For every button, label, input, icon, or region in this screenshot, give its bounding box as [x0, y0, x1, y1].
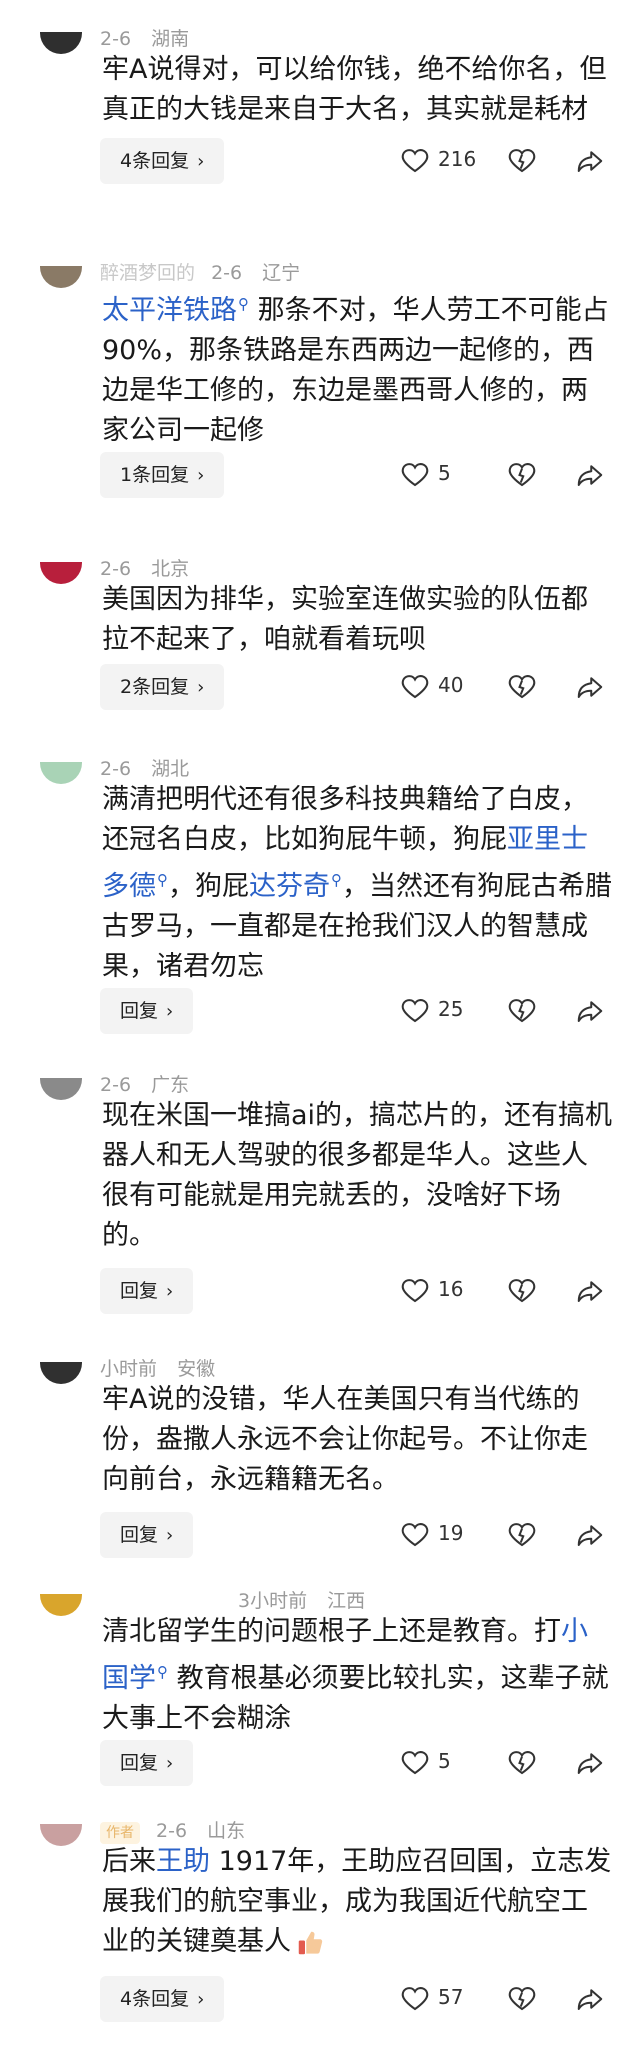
like-count: 19	[438, 1521, 464, 1545]
heart-icon[interactable]	[400, 1984, 430, 2014]
like-count: 25	[438, 997, 464, 1021]
like-count: 16	[438, 1277, 464, 1301]
comment-actions: 5	[0, 1740, 644, 1786]
comment-actions: 57	[0, 1976, 644, 2022]
broken-heart-icon[interactable]	[507, 672, 537, 702]
comment-meta: 3小时前 江西	[238, 1586, 365, 1613]
comment-author[interactable]: 醉酒梦回的	[100, 262, 195, 284]
comment-actions: 19	[0, 1512, 644, 1558]
search-icon: ⚲	[157, 1663, 168, 1681]
comment-time: 2-6	[211, 262, 243, 284]
broken-heart-icon[interactable]	[507, 1276, 537, 1306]
comment-location: 湖北	[151, 758, 190, 780]
share-arrow-icon[interactable]	[575, 1748, 605, 1778]
comment-meta: 作者 2-6 山东	[100, 1816, 245, 1844]
comment-time: 2-6	[156, 1820, 188, 1842]
comment-text: 美国因为排华，实验室连做实验的队伍都拉不起来了，咱就看着玩呗	[102, 584, 588, 655]
comment-meta: 小时前 安徽	[100, 1354, 215, 1381]
share-arrow-icon[interactable]	[575, 460, 605, 490]
avatar[interactable]	[40, 1362, 82, 1384]
comment-text: 牢A说的没错，华人在美国只有当代练的份，盎撒人永远不会让你起号。不让你走向前台，…	[102, 1384, 588, 1495]
broken-heart-icon[interactable]	[507, 460, 537, 490]
comment-actions: 5	[0, 452, 644, 498]
comment-text-part: 清北留学生的问题根子上还是教育。打	[102, 1616, 561, 1647]
comment-text-part: ，狗屁	[168, 871, 249, 902]
share-arrow-icon[interactable]	[575, 672, 605, 702]
comment-time: 2-6	[100, 758, 132, 780]
comment-location: 辽宁	[262, 262, 301, 284]
comment-location: 广东	[151, 1074, 190, 1096]
avatar[interactable]	[40, 1594, 82, 1616]
broken-heart-icon[interactable]	[507, 996, 537, 1026]
heart-icon[interactable]	[400, 1276, 430, 1306]
share-arrow-icon[interactable]	[575, 1520, 605, 1550]
comment-text: 现在米国一堆搞ai的，搞芯片的，还有搞机器人和无人驾驶的很多都是华人。这些人很有…	[102, 1100, 613, 1251]
comment-location: 北京	[151, 558, 190, 580]
heart-icon[interactable]	[400, 672, 430, 702]
comment-location: 江西	[327, 1590, 366, 1612]
comment-meta: 醉酒梦回的 2-6 辽宁	[100, 258, 300, 285]
heart-icon[interactable]	[400, 996, 430, 1026]
comment-time: 2-6	[100, 558, 132, 580]
avatar[interactable]	[40, 1078, 82, 1100]
broken-heart-icon[interactable]	[507, 1748, 537, 1778]
search-icon: ⚲	[331, 871, 342, 889]
heart-icon[interactable]	[400, 460, 430, 490]
comment-time: 3小时前	[238, 1590, 308, 1612]
avatar[interactable]	[40, 562, 82, 584]
avatar[interactable]	[40, 1824, 82, 1846]
topic-link[interactable]: 达芬奇	[249, 871, 330, 902]
thumbs-up-emoji-icon	[298, 1931, 323, 1954]
comment-text-part: 教育根基必须要比较扎实，这辈子就大事上不会糊涂	[102, 1663, 609, 1734]
comment-text-part: 后来	[102, 1846, 156, 1877]
comment-text: 太平洋铁路⚲ 那条不对，华人劳工不可能占90%，那条铁路是东西两边一起修的，西边…	[102, 284, 614, 451]
comment-text: 牢A说得对，可以给你钱，绝不给你名，但真正的大钱是来自于大名，其实就是耗材	[102, 54, 607, 125]
share-arrow-icon[interactable]	[575, 996, 605, 1026]
like-count: 40	[438, 673, 464, 697]
author-badge: 作者	[100, 1822, 140, 1844]
comment-actions: 40	[0, 664, 644, 710]
comment-location: 湖南	[151, 28, 190, 50]
heart-icon[interactable]	[400, 146, 430, 176]
search-icon: ⚲	[238, 295, 249, 313]
comment-text: 后来王助 1917年，王助应召回国，立志发展我们的航空事业，成为我国近代航空工业…	[102, 1842, 614, 1962]
share-arrow-icon[interactable]	[575, 1276, 605, 1306]
broken-heart-icon[interactable]	[507, 146, 537, 176]
comment-time: 2-6	[100, 28, 132, 50]
share-arrow-icon[interactable]	[575, 146, 605, 176]
comment-meta: 2-6 湖北	[100, 754, 189, 781]
like-count: 216	[438, 147, 477, 171]
comment-actions: 25	[0, 988, 644, 1034]
broken-heart-icon[interactable]	[507, 1984, 537, 2014]
avatar[interactable]	[40, 266, 82, 288]
comment-time: 小时前	[100, 1358, 158, 1380]
comment-time: 2-6	[100, 1074, 132, 1096]
avatar[interactable]	[40, 762, 82, 784]
comment-text: 清北留学生的问题根子上还是教育。打小国学⚲ 教育根基必须要比较扎实，这辈子就大事…	[102, 1612, 614, 1739]
search-icon: ⚲	[157, 871, 168, 889]
topic-link[interactable]: 太平洋铁路	[102, 295, 237, 326]
comment-location: 山东	[207, 1820, 246, 1842]
comment-text: 满清把明代还有很多科技典籍给了白皮，还冠名白皮，比如狗屁牛顿，狗屁亚里士多德⚲，…	[102, 780, 614, 987]
share-arrow-icon[interactable]	[575, 1984, 605, 2014]
avatar[interactable]	[40, 32, 82, 54]
heart-icon[interactable]	[400, 1748, 430, 1778]
heart-icon[interactable]	[400, 1520, 430, 1550]
topic-link[interactable]: 王助	[156, 1846, 210, 1877]
like-count: 57	[438, 1985, 464, 2009]
comment-location: 安徽	[177, 1358, 216, 1380]
like-count: 5	[438, 461, 451, 485]
comment-meta: 2-6 湖南	[100, 24, 189, 51]
comment-actions: 216	[0, 138, 644, 184]
comment-actions: 16	[0, 1268, 644, 1314]
like-count: 5	[438, 1749, 451, 1773]
broken-heart-icon[interactable]	[507, 1520, 537, 1550]
comment-meta: 2-6 北京	[100, 554, 189, 581]
comment-meta: 2-6 广东	[100, 1070, 189, 1097]
